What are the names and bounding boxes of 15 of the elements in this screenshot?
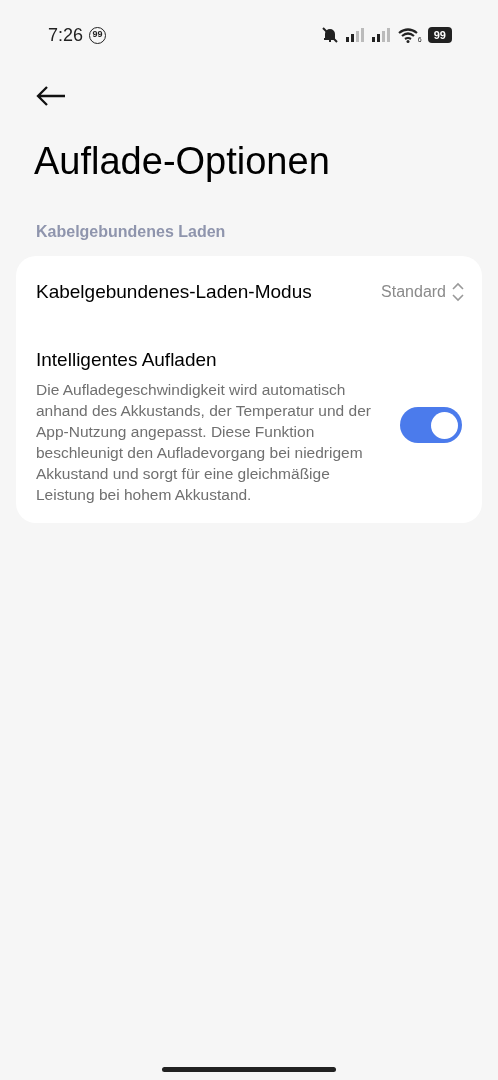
section-header: Kabelgebundenes Laden (36, 222, 227, 242)
toggle-switch[interactable] (400, 407, 462, 444)
back-arrow-icon[interactable] (36, 86, 66, 106)
status-time: 7:26 (48, 23, 84, 47)
up-down-chevron-icon (452, 282, 464, 302)
mode-selector[interactable]: Standard (381, 280, 464, 304)
muted-bell-icon (319, 26, 340, 44)
setting-label: Kabelgebundenes-Laden-Modus (36, 279, 312, 304)
setting-description: Die Aufladegeschwindigkeit wird automatisch anhand des Akkustands, der Temperatur und der App-Nutzung angepasst. Diese Funktion beschleunigt den Aufladevorgang bei niedrigem Akkustand und sorgt für eine gleichmäßige Leistung bei hohem Akkustand. (36, 379, 372, 505)
page-title: Auflade-Optionen (34, 142, 331, 180)
signal-icon (345, 28, 366, 42)
signal-icon (371, 28, 392, 42)
battery-level: 99 (427, 27, 452, 43)
wifi-icon (397, 27, 418, 43)
setting-label: Intelligentes Aufladen (36, 348, 218, 372)
